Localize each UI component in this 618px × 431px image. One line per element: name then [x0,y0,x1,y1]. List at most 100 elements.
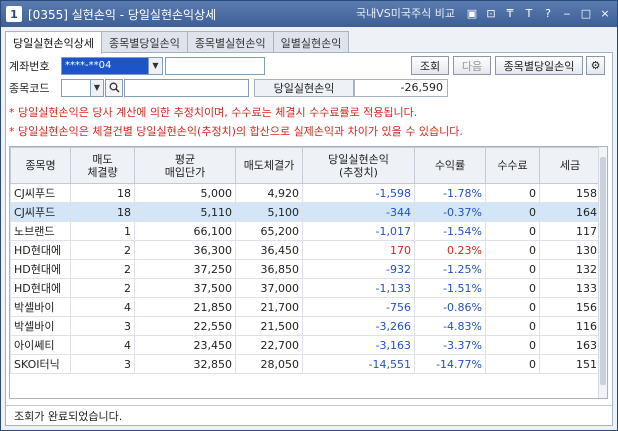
avg-buy-price-cell: 5,000 [134,183,236,203]
stock-name-cell: CJ씨푸드 [10,183,71,203]
realized-pnl-cell: -344 [302,202,415,222]
sell-qty-cell: 2 [70,240,135,260]
column-header[interactable]: 수수료 [485,147,540,184]
column-header-line: 매입단가 [164,165,206,179]
column-header[interactable]: 종목명 [10,147,71,184]
table-row[interactable]: HD현대에 2 37,500 37,000 -1,133 -1.51% 0 133 [10,278,601,298]
return-rate-cell: -3.37% [414,335,486,355]
title-bar[interactable]: 1 [0355] 실현손익 - 당일실현손익상세 국내VS미국주식 비교 ▣ ⊡… [1,1,617,27]
sell-qty-cell: 3 [70,316,135,336]
daily-by-stock-button[interactable]: 종목별당일손익 [495,56,583,75]
notice-line-2: * 당일실현손익은 체결건별 당일실현손익(추정치)의 합산으로 실제손익과 차… [9,125,463,138]
column-header[interactable]: 매도체결가 [235,147,303,184]
next-button[interactable]: 다음 [453,56,491,75]
status-message: 조회가 완료되었습니다. [14,409,123,423]
tab-realized-by-stock[interactable]: 종목별실현손익 [186,31,274,53]
tab-daily-realized-detail[interactable]: 당일실현손익상세 [5,31,102,54]
realized-pnl-cell: -1,133 [302,278,415,298]
table-row[interactable]: CJ씨푸드 18 5,000 4,920 -1,598 -1.78% 0 158 [10,183,601,203]
fee-cell: 0 [485,278,540,298]
stock-name-cell: 박셀바이 [10,316,71,336]
tab-daily-by-stock[interactable]: 종목별당일손익 [100,31,188,53]
stock-name-cell: 박셀바이 [10,297,71,317]
account-label: 계좌번호 [9,59,50,73]
close-icon[interactable]: × [597,5,613,21]
column-header[interactable]: 수익률 [414,147,486,184]
search-button[interactable] [105,78,123,97]
column-header-line: 당일실현손익 [328,152,389,166]
avg-buy-price-cell: 36,300 [134,240,236,260]
sell-qty-cell: 2 [70,259,135,279]
table-row[interactable]: 아이쎄티 4 23,450 22,700 -3,163 -3.37% 0 163 [10,335,601,355]
compare-link[interactable]: 국내VS미국주식 비교 [356,5,455,21]
avg-buy-price-cell: 21,850 [134,297,236,317]
link-icon[interactable]: ▣ [464,5,480,21]
stock-name-cell: 노브랜드 [10,221,71,241]
avg-buy-price-cell: 22,550 [134,316,236,336]
font-icon[interactable]: T [521,5,537,21]
return-rate-cell: -1.54% [414,221,486,241]
screen-icon[interactable]: ⊡ [483,5,499,21]
column-header-line: 매도 [92,152,113,166]
query-button[interactable]: 조회 [411,56,449,75]
help-icon[interactable]: ? [540,5,556,21]
pnl-table: 종목명 매도 체결량 평균 매입단가 매도체결가 당일실현손익 (추정치) 수익률 수수료 세금 C… [10,147,601,374]
table-row[interactable]: 박셀바이 4 21,850 21,700 -756 -0.86% 0 156 [10,297,601,317]
sell-qty-cell: 2 [70,278,135,298]
daily-pnl-value: -26,590 [354,78,448,97]
column-header[interactable]: 평균 매입단가 [134,147,236,184]
table-row[interactable]: HD현대에 2 36,300 36,450 170 0.23% 0 130 [10,240,601,260]
tax-cell: 163 [539,335,601,355]
window-number-badge[interactable]: 1 [6,6,22,22]
tax-cell: 151 [539,354,601,374]
column-header-line: 수수료 [497,159,528,172]
maximize-icon[interactable]: □ [578,5,594,21]
avg-buy-price-cell: 37,500 [134,278,236,298]
scrollbar-thumb[interactable] [600,157,606,385]
settings-button[interactable]: ⚙ [586,56,605,75]
column-header-line: 세금 [559,159,581,172]
fee-cell: 0 [485,221,540,241]
avg-buy-price-cell: 32,850 [134,354,236,374]
return-rate-cell: -0.37% [414,202,486,222]
table-row[interactable]: 박셀바이 3 22,550 21,500 -3,266 -4.83% 0 116 [10,316,601,336]
gear-icon: ⚙ [590,59,601,72]
table-row[interactable]: HD현대에 2 37,250 36,850 -932 -1.25% 0 132 [10,259,601,279]
account-value: ****-**04 [65,60,112,71]
table-row[interactable]: 노브랜드 1 66,100 65,200 -1,017 -1.54% 0 117 [10,221,601,241]
realized-pnl-cell: -1,598 [302,183,415,203]
code-label: 종목코드 [9,81,50,95]
realized-pnl-cell: -1,017 [302,221,415,241]
search-icon [109,82,120,93]
tab-daily-realized[interactable]: 일별실현손익 [272,31,350,53]
main-window: 1 [0355] 실현손익 - 당일실현손익상세 국내VS미국주식 비교 ▣ ⊡… [0,0,618,431]
tax-cell: 117 [539,221,601,241]
realized-pnl-cell: 170 [302,240,415,260]
stock-name-cell: 아이쎄티 [10,335,71,355]
return-rate-cell: -1.25% [414,259,486,279]
chevron-down-icon[interactable]: ▼ [90,79,103,96]
column-header[interactable]: 세금 [539,147,601,184]
table-body: CJ씨푸드 18 5,000 4,920 -1,598 -1.78% 0 158 CJ씨푸드 18… [10,183,601,374]
code-select[interactable]: ▼ [61,78,104,97]
fee-cell: 0 [485,183,540,203]
code-row: 종목코드 ▼ 당일실현손익 -26,590 [6,77,448,98]
column-header[interactable]: 매도 체결량 [70,147,135,184]
sell-qty-cell: 3 [70,354,135,374]
table-row[interactable]: SKOI터닉 3 32,850 28,050 -14,551 -14.77% 0 151 [10,354,601,374]
tax-cell: 156 [539,297,601,317]
table-row[interactable]: CJ씨푸드 18 5,110 5,100 -344 -0.37% 0 164 [10,202,601,222]
account-select[interactable]: ****-**04 ▼ [61,56,163,75]
stock-name-cell: SKOI터닉 [10,354,71,374]
avg-buy-price-cell: 37,250 [134,259,236,279]
avg-buy-price-cell: 66,100 [134,221,236,241]
account-name-field [165,56,265,75]
pin-icon[interactable]: ₸ [502,5,518,21]
column-header[interactable]: 당일실현손익 (추정치) [302,147,415,184]
return-rate-cell: -0.86% [414,297,486,317]
fee-cell: 0 [485,240,540,260]
minimize-icon[interactable]: ‒ [559,5,575,21]
chevron-down-icon[interactable]: ▼ [148,57,162,74]
vertical-scrollbar[interactable] [598,147,607,398]
sell-price-cell: 21,700 [235,297,303,317]
